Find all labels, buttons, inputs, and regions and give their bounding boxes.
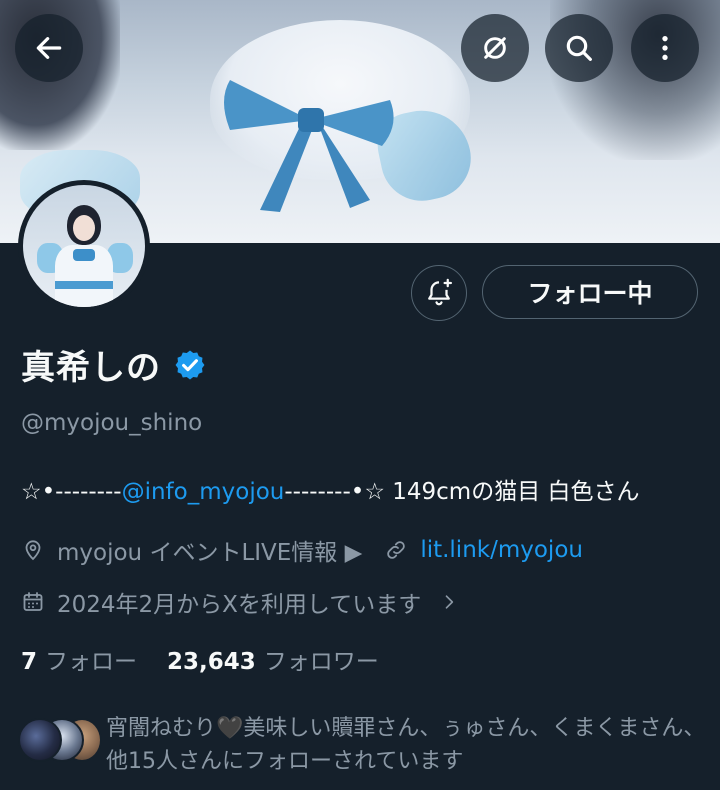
following-button[interactable]: フォロー中 [482,265,698,319]
joined-date-row[interactable]: 2024年2月からXを利用しています [21,585,471,619]
more-button[interactable] [631,14,699,82]
verified-badge-icon[interactable] [173,348,207,382]
following-stat[interactable]: 7 フォロー [21,642,137,676]
followers-you-know-avatars [18,718,102,768]
avatar-image [23,185,145,307]
chevron-right-icon [445,595,454,609]
bio-suffix: --------•☆ 149cmの猫目 白色さん [284,479,640,505]
back-button[interactable] [15,14,83,82]
avatar [18,718,62,762]
ribbon-bow-image [224,80,394,212]
link-icon [387,541,406,559]
followers-you-know-text: 宵闇ねむり🖤美味しい贖罪さん、ぅゅさん、くまくまさん、他15人さんにフォローされ… [106,716,706,774]
search-button[interactable] [545,14,613,82]
website-link[interactable]: lit.link/myojou [420,537,583,563]
followers-stat[interactable]: 23,643 フォロワー [167,642,379,676]
bio-mention-link[interactable]: @info_myojou [122,479,285,505]
following-label: フォロー [45,649,138,675]
profile-meta: myojou イベントLIVE情報 ▶ lit.link/myojou [21,533,583,567]
name-row: 真希しの [21,340,207,389]
grok-button[interactable] [461,14,529,82]
grok-icon [484,37,506,59]
joined-text: 2024年2月からXを利用しています [57,592,422,618]
followers-count: 23,643 [167,649,256,675]
avatar[interactable] [18,180,150,312]
more-vertical-icon [662,36,668,60]
follow-stats: 7 フォロー 23,643 フォロワー [21,642,379,676]
followers-you-know[interactable]: 宵闇ねむり🖤美味しい贖罪さん、ぅゅさん、くまくまさん、他15人さんにフォローされ… [18,712,706,778]
handle: @myojou_shino [21,410,203,436]
search-icon [566,35,592,61]
calendar-icon [23,592,43,611]
display-name: 真希しの [21,348,161,388]
location-pin-icon [25,540,41,561]
following-count: 7 [21,649,38,675]
bio-prefix: ☆•-------- [21,479,122,505]
followers-label: フォロワー [263,649,379,675]
location-text: myojou イベントLIVE情報 ▶ [57,540,363,566]
arrow-left-icon [36,37,62,59]
bio: ☆•--------@info_myojou--------•☆ 149cmの猫… [21,472,640,506]
bell-plus-icon [428,278,452,306]
notifications-button[interactable] [411,265,467,321]
